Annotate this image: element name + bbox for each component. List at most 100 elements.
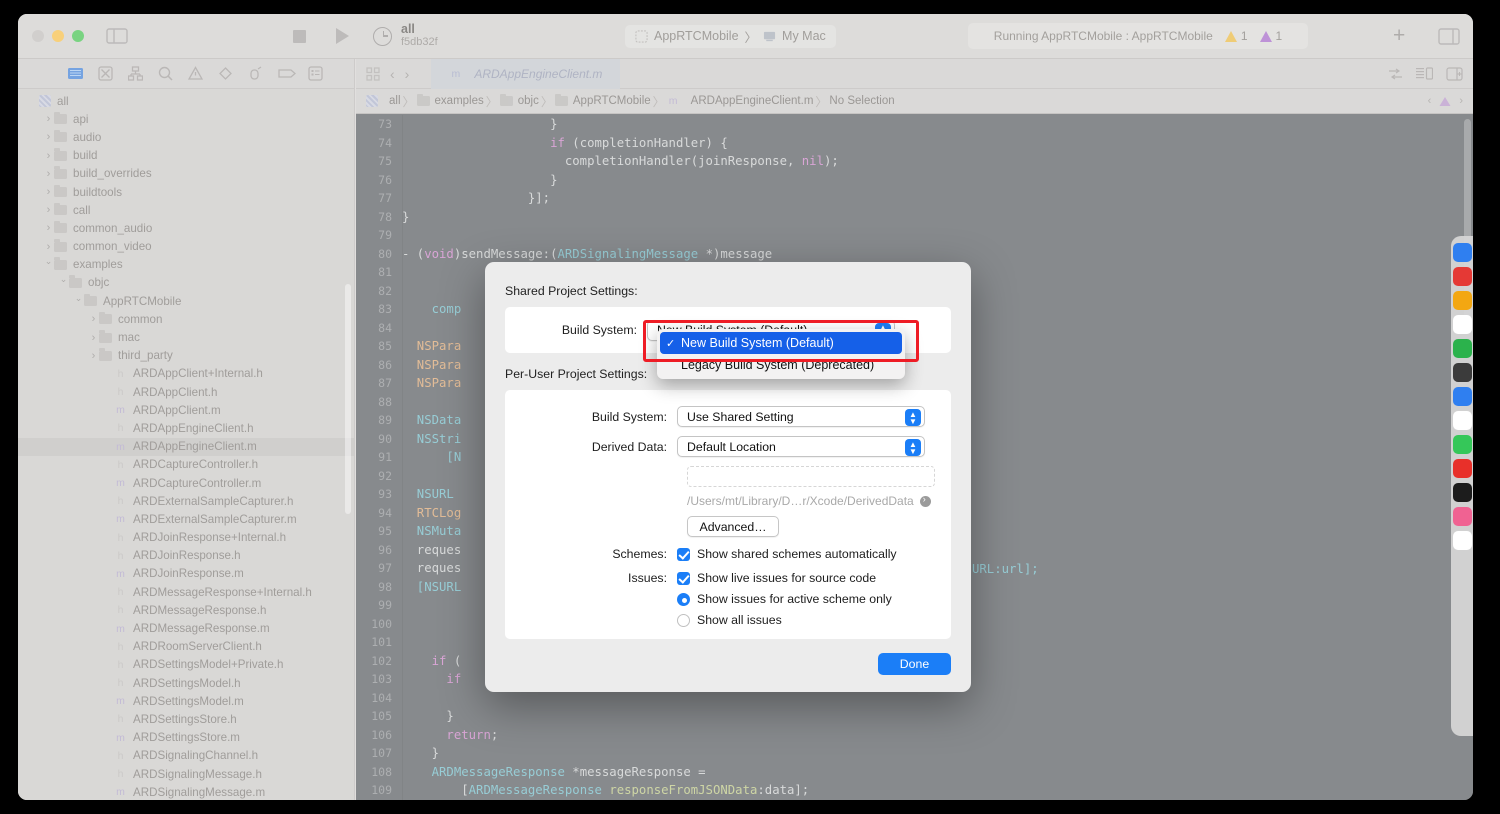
disclosure-triangle-icon[interactable] bbox=[43, 259, 54, 270]
find-navigator-icon[interactable] bbox=[158, 66, 173, 81]
scheme-selector[interactable]: all f5db32f bbox=[373, 23, 438, 49]
navigator-row[interactable]: examples bbox=[18, 256, 354, 274]
related-items-icon[interactable] bbox=[1388, 68, 1403, 80]
breadcrumb-item[interactable]: objc bbox=[499, 93, 539, 107]
dock-app-icon[interactable] bbox=[1452, 387, 1472, 406]
dock-app-icon[interactable] bbox=[1452, 483, 1472, 502]
show-all-issues-radio[interactable] bbox=[677, 613, 690, 627]
navigator-row[interactable]: h ARDJoinResponse+Internal.h bbox=[18, 529, 354, 547]
disclosure-triangle-icon[interactable] bbox=[43, 186, 54, 198]
navigator-row[interactable]: common_video bbox=[18, 238, 354, 256]
navigator-row[interactable]: m ARDJoinResponse.m bbox=[18, 565, 354, 583]
macos-dock[interactable] bbox=[1451, 236, 1473, 736]
next-issue-icon[interactable]: › bbox=[1459, 95, 1463, 107]
dock-app-icon[interactable] bbox=[1452, 459, 1472, 478]
editor-tab[interactable]: m ARDAppEngineClient.m bbox=[431, 58, 621, 89]
disclosure-triangle-icon[interactable] bbox=[43, 131, 54, 143]
project-navigator[interactable]: allapi audio build build_overrides buildtool… bbox=[18, 89, 355, 800]
navigator-row[interactable]: m ARDCaptureController.m bbox=[18, 474, 354, 492]
navigator-row[interactable]: api bbox=[18, 110, 354, 128]
disclosure-triangle-icon[interactable] bbox=[43, 113, 54, 125]
derived-data-path-field[interactable] bbox=[687, 466, 935, 487]
stop-button[interactable] bbox=[293, 29, 306, 43]
show-active-scheme-issues-radio[interactable] bbox=[677, 592, 690, 606]
breadcrumb[interactable]: all 〉 examples 〉 objc 〉 AppRTCMobile 〉 m ARDAppEn… bbox=[356, 89, 1473, 114]
navigator-row[interactable]: build_overrides bbox=[18, 165, 354, 183]
add-editor-button[interactable]: + bbox=[1393, 24, 1405, 48]
dock-app-icon[interactable] bbox=[1452, 315, 1472, 334]
navigator-row[interactable]: m ARDSignalingMessage.m bbox=[18, 783, 354, 800]
issue-navigator-icon[interactable] bbox=[187, 66, 204, 81]
symbol-navigator-icon[interactable] bbox=[127, 66, 144, 81]
toggle-inspector-icon[interactable] bbox=[1438, 27, 1460, 45]
navigator-row[interactable]: h ARDAppClient+Internal.h bbox=[18, 365, 354, 383]
navigator-row[interactable]: AppRTCMobile bbox=[18, 292, 354, 310]
derived-data-popup[interactable]: Default Location ▲ ▼ bbox=[677, 436, 925, 457]
disclosure-triangle-icon[interactable] bbox=[88, 332, 99, 344]
dock-app-icon[interactable] bbox=[1452, 291, 1472, 310]
test-navigator-icon[interactable] bbox=[218, 66, 233, 81]
show-shared-schemes-checkbox[interactable] bbox=[677, 547, 690, 561]
navigator-scrollbar[interactable] bbox=[345, 284, 351, 514]
navigator-row[interactable]: objc bbox=[18, 274, 354, 292]
breadcrumb-item[interactable]: No Selection bbox=[829, 95, 894, 107]
error-indicator[interactable]: 1 bbox=[1259, 29, 1282, 43]
navigator-row[interactable]: h ARDAppClient.h bbox=[18, 383, 354, 401]
navigator-row[interactable]: h ARDCaptureController.h bbox=[18, 456, 354, 474]
breadcrumb-item[interactable]: AppRTCMobile bbox=[554, 93, 651, 107]
editor-options-icon[interactable] bbox=[366, 66, 380, 81]
navigator-row[interactable]: audio bbox=[18, 128, 354, 146]
navigator-row[interactable]: m ARDExternalSampleCapturer.m bbox=[18, 510, 354, 528]
report-navigator-icon[interactable] bbox=[308, 66, 323, 81]
navigator-row[interactable]: m ARDAppClient.m bbox=[18, 401, 354, 419]
navigator-row[interactable]: m ARDMessageResponse.m bbox=[18, 619, 354, 637]
disclosure-triangle-icon[interactable] bbox=[43, 222, 54, 234]
navigator-row[interactable]: common_audio bbox=[18, 219, 354, 237]
dock-app-icon[interactable] bbox=[1452, 507, 1472, 526]
navigate-forward-icon[interactable]: › bbox=[405, 66, 410, 82]
show-live-issues-checkbox[interactable] bbox=[677, 571, 690, 585]
peruser-build-system-popup[interactable]: Use Shared Setting ▲ ▼ bbox=[677, 406, 925, 427]
reveal-in-finder-icon[interactable] bbox=[919, 494, 931, 507]
disclosure-triangle-icon[interactable] bbox=[88, 350, 99, 362]
navigator-row[interactable]: buildtools bbox=[18, 183, 354, 201]
menu-item[interactable]: ✓ New Build System (Default) bbox=[660, 332, 902, 354]
dock-app-icon[interactable] bbox=[1452, 411, 1472, 430]
disclosure-triangle-icon[interactable] bbox=[88, 313, 99, 325]
disclosure-triangle-icon[interactable] bbox=[43, 241, 54, 253]
build-system-menu[interactable]: ✓ New Build System (Default) Legacy Build … bbox=[657, 329, 905, 379]
source-control-icon[interactable] bbox=[98, 66, 113, 81]
breakpoint-navigator-icon[interactable] bbox=[278, 66, 296, 81]
navigator-row[interactable]: third_party bbox=[18, 347, 354, 365]
dock-app-icon[interactable] bbox=[1452, 531, 1472, 550]
breadcrumb-item[interactable]: all bbox=[366, 95, 401, 107]
disclosure-triangle-icon[interactable] bbox=[58, 277, 69, 288]
navigate-back-icon[interactable]: ‹ bbox=[390, 66, 395, 82]
navigator-row[interactable]: h ARDJoinResponse.h bbox=[18, 547, 354, 565]
navigator-row[interactable]: call bbox=[18, 201, 354, 219]
navigator-row[interactable]: h ARDSettingsModel.h bbox=[18, 674, 354, 692]
debug-navigator-icon[interactable] bbox=[248, 66, 263, 81]
minimize-button[interactable] bbox=[52, 30, 64, 42]
run-destination[interactable]: AppRTCMobile 〉 My Mac bbox=[625, 24, 836, 48]
add-editor-icon[interactable] bbox=[1446, 66, 1463, 81]
zoom-button[interactable] bbox=[72, 30, 84, 42]
warning-indicator[interactable]: 1 bbox=[1224, 29, 1248, 43]
disclosure-triangle-icon[interactable] bbox=[43, 204, 54, 216]
navigator-row[interactable]: h ARDSignalingMessage.h bbox=[18, 765, 354, 783]
done-button[interactable]: Done bbox=[878, 653, 951, 675]
navigator-row[interactable]: h ARDSignalingChannel.h bbox=[18, 747, 354, 765]
disclosure-triangle-icon[interactable] bbox=[43, 168, 54, 180]
disclosure-triangle-icon[interactable] bbox=[73, 296, 84, 307]
navigator-row[interactable]: h ARDAppEngineClient.h bbox=[18, 419, 354, 437]
navigator-row[interactable]: m ARDAppEngineClient.m bbox=[18, 437, 354, 456]
toggle-navigator-icon[interactable] bbox=[106, 28, 128, 44]
previous-issue-icon[interactable]: ‹ bbox=[1428, 95, 1432, 107]
breadcrumb-item[interactable]: examples bbox=[416, 93, 484, 107]
dock-app-icon[interactable] bbox=[1452, 363, 1472, 382]
navigator-row[interactable]: all bbox=[18, 92, 354, 110]
menu-item[interactable]: Legacy Build System (Deprecated) bbox=[660, 354, 902, 376]
navigator-row[interactable]: h ARDMessageResponse+Internal.h bbox=[18, 583, 354, 601]
advanced-button[interactable]: Advanced… bbox=[687, 516, 779, 537]
dock-app-icon[interactable] bbox=[1452, 267, 1472, 286]
